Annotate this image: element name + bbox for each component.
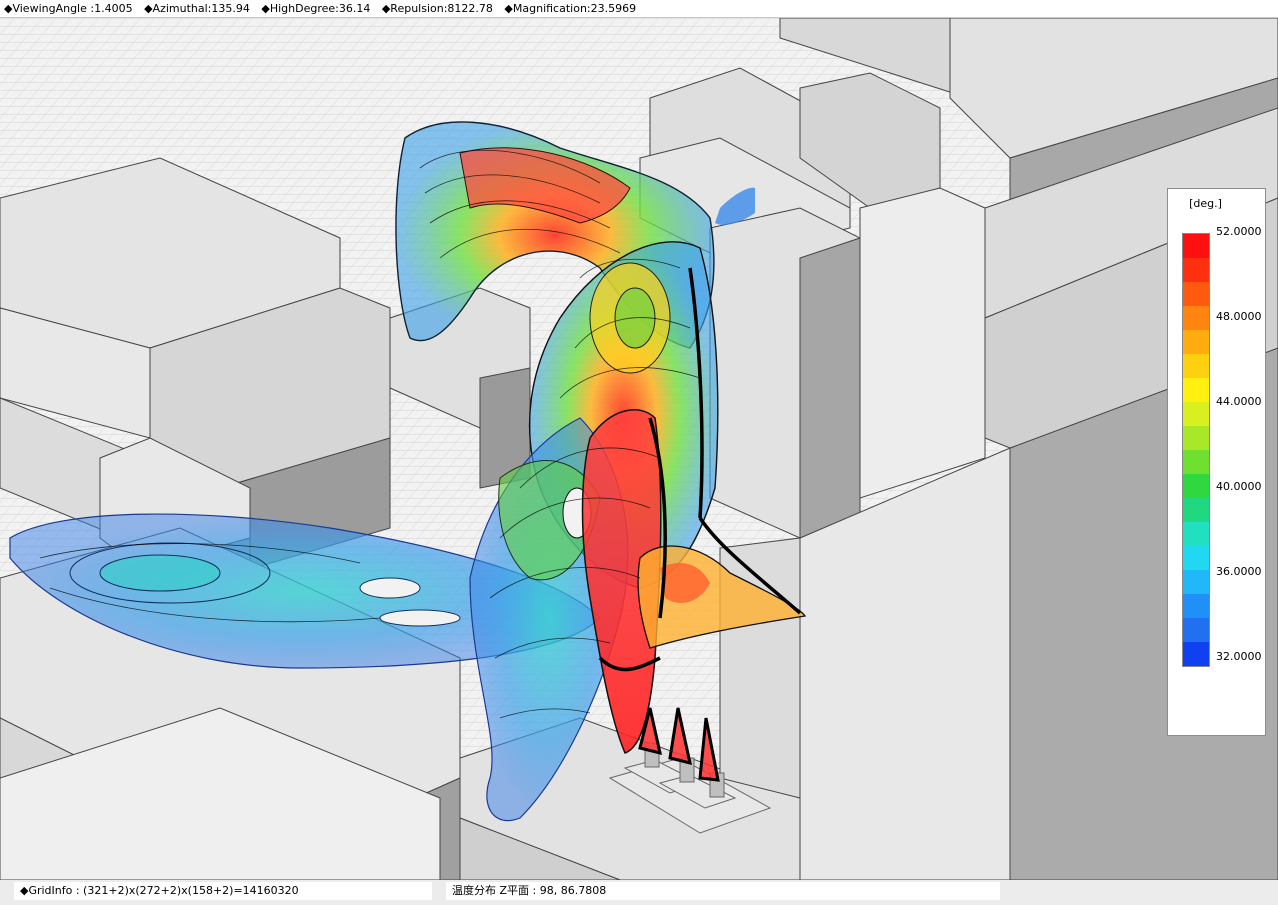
legend-tick-40: 40.0000 [1216,480,1262,493]
legend-color-segment [1183,618,1209,642]
status-bar: ◆GridInfo : (321+2)x(272+2)x(158+2)=1416… [0,880,1278,905]
legend-color-segment [1183,282,1209,306]
legend-color-segment [1183,306,1209,330]
legend-tick-36: 36.0000 [1216,565,1262,578]
legend-color-segment [1183,378,1209,402]
legend-color-bar [1182,233,1210,667]
view-parameters-bar: ◆ViewingAngle :1.4005 ◆Azimuthal:135.94 … [0,0,1278,18]
legend-color-segment [1183,498,1209,522]
legend-color-segment [1183,522,1209,546]
legend-color-segment [1183,570,1209,594]
high-degree-readout: ◆HighDegree:36.14 [261,2,371,15]
legend-color-segment [1183,450,1209,474]
legend-color-segment [1183,234,1209,258]
legend-color-segment [1183,594,1209,618]
grid-info-field: ◆GridInfo : (321+2)x(272+2)x(158+2)=1416… [14,882,432,900]
legend-color-segment [1183,354,1209,378]
magnification-readout: ◆Magnification:23.5969 [504,2,637,15]
legend-tick-32: 32.0000 [1216,650,1262,663]
legend-color-segment [1183,426,1209,450]
legend-color-segment [1183,258,1209,282]
legend-tick-44: 44.0000 [1216,395,1262,408]
viewing-angle-readout: ◆ViewingAngle :1.4005 [4,2,133,15]
3d-simulation-viewport[interactable]: [deg.] 52.0000 48.0000 44.0000 40.0000 3… [0,18,1278,880]
legend-color-segment [1183,642,1209,666]
legend-unit-label: [deg.] [1189,197,1222,210]
temperature-distribution-render [0,18,1278,880]
legend-color-segment [1183,474,1209,498]
legend-tick-48: 48.0000 [1216,310,1262,323]
legend-color-segment [1183,402,1209,426]
legend-color-segment [1183,546,1209,570]
legend-color-segment [1183,330,1209,354]
repulsion-readout: ◆Repulsion:8122.78 [381,2,493,15]
azimuthal-readout: ◆Azimuthal:135.94 [144,2,250,15]
temperature-color-legend: [deg.] 52.0000 48.0000 44.0000 40.0000 3… [1167,188,1266,736]
legend-tick-52: 52.0000 [1216,225,1262,238]
plane-info-field: 温度分布 Z平面 : 98, 86.7808 [446,882,1000,900]
